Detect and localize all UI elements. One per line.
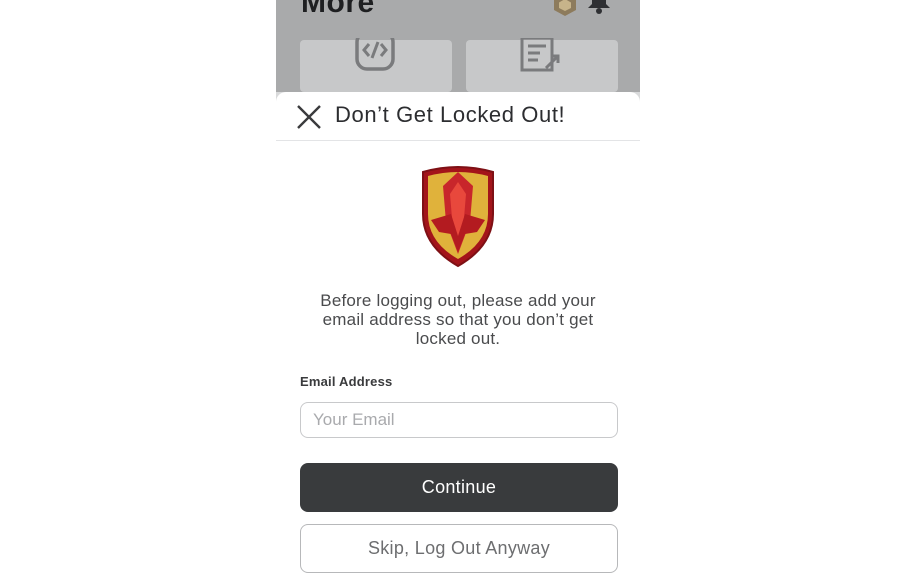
develop-tile[interactable] — [300, 38, 452, 92]
continue-button[interactable]: Continue — [300, 463, 618, 512]
modal-title: Don’t Get Locked Out! — [335, 102, 566, 127]
blog-icon — [520, 38, 560, 72]
modal-description: Before logging out, please add your emai… — [320, 291, 596, 348]
notification-bell-icon[interactable] — [586, 0, 612, 14]
email-label: Email Address — [300, 374, 393, 389]
close-icon[interactable] — [296, 104, 322, 130]
email-field[interactable] — [300, 402, 618, 438]
background-page-title: More — [301, 0, 375, 19]
locked-out-modal: Don’t Get Locked Out! Before logging out… — [276, 92, 640, 573]
blog-tile[interactable] — [466, 38, 618, 92]
develop-icon — [355, 38, 395, 71]
robux-icon[interactable] — [553, 0, 577, 16]
shield-icon — [422, 166, 494, 268]
skip-logout-button[interactable]: Skip, Log Out Anyway — [300, 524, 618, 573]
modal-header: Don’t Get Locked Out! — [276, 92, 640, 141]
